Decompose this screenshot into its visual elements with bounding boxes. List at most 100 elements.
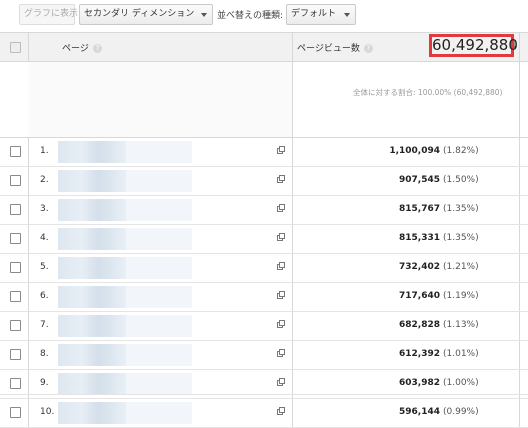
redacted-page-path bbox=[58, 344, 126, 366]
table-row[interactable]: 8. 612,392 (1.01%) bbox=[0, 341, 528, 370]
row-checkbox[interactable] bbox=[10, 291, 21, 302]
external-link-icon[interactable] bbox=[277, 146, 285, 154]
row-checkbox[interactable] bbox=[10, 233, 21, 244]
external-link-icon[interactable] bbox=[277, 204, 285, 212]
row-index: 5. bbox=[40, 262, 49, 272]
row-checkbox[interactable] bbox=[10, 320, 21, 331]
external-link-icon[interactable] bbox=[277, 320, 285, 328]
sort-type-value: デフォルト bbox=[291, 9, 337, 19]
external-link-icon[interactable] bbox=[277, 378, 285, 386]
select-all-checkbox[interactable] bbox=[10, 42, 21, 53]
column-divider bbox=[519, 283, 520, 311]
table-row[interactable]: 5. 732,402 (1.21%) bbox=[0, 254, 528, 283]
column-divider bbox=[292, 196, 293, 224]
table-row[interactable]: 4. 815,331 (1.35%) bbox=[0, 225, 528, 254]
external-link-icon[interactable] bbox=[277, 262, 285, 270]
redacted-page-path bbox=[126, 286, 192, 308]
chevron-down-icon bbox=[344, 13, 350, 17]
column-divider bbox=[292, 167, 293, 195]
redacted-page-path bbox=[58, 141, 126, 163]
column-header-page[interactable]: ページ? bbox=[62, 41, 102, 54]
row-checkbox[interactable] bbox=[10, 204, 21, 215]
row-index: 2. bbox=[40, 175, 49, 185]
external-link-icon[interactable] bbox=[277, 291, 285, 299]
redacted-page-path bbox=[126, 344, 192, 366]
redacted-page-path bbox=[58, 257, 126, 279]
column-divider bbox=[28, 254, 29, 282]
column-divider bbox=[28, 196, 29, 224]
pageviews-value: 603,982 bbox=[399, 378, 440, 388]
pageviews-value: 732,402 bbox=[399, 262, 440, 272]
row-index: 8. bbox=[40, 349, 49, 359]
redacted-page-path bbox=[58, 170, 126, 192]
column-header-pageviews-label: ページビュー数 bbox=[297, 44, 360, 54]
pageviews-percent: (1.35%) bbox=[443, 204, 479, 214]
pageviews-value: 1,100,094 bbox=[389, 146, 440, 156]
table-row[interactable]: 3. 815,767 (1.35%) bbox=[0, 196, 528, 225]
redacted-page-path bbox=[58, 228, 126, 250]
sort-type-label: 並べ替えの種類: bbox=[217, 11, 284, 21]
external-link-icon[interactable] bbox=[277, 233, 285, 241]
column-divider bbox=[292, 225, 293, 253]
column-divider bbox=[519, 62, 520, 137]
external-link-icon[interactable] bbox=[277, 407, 285, 415]
row-checkbox[interactable] bbox=[10, 407, 21, 418]
row-checkbox[interactable] bbox=[10, 262, 21, 273]
pageviews-percent: (0.99%) bbox=[443, 407, 479, 417]
table-row[interactable]: 1. 1,100,094 (1.82%) bbox=[0, 138, 528, 167]
redacted-page-path bbox=[126, 141, 192, 163]
pageviews-percent: (1.21%) bbox=[443, 262, 479, 272]
totals-label-cell bbox=[29, 62, 292, 137]
column-divider bbox=[292, 62, 293, 137]
column-divider bbox=[519, 312, 520, 340]
redacted-page-path bbox=[126, 315, 192, 337]
column-divider bbox=[292, 33, 293, 62]
redacted-page-path bbox=[58, 373, 126, 395]
help-icon[interactable]: ? bbox=[92, 44, 102, 53]
show-in-graph-button[interactable]: グラフに表示 bbox=[19, 4, 79, 25]
table-row[interactable]: 6. 717,640 (1.19%) bbox=[0, 283, 528, 312]
pageviews-value: 717,640 bbox=[399, 291, 440, 301]
row-checkbox[interactable] bbox=[10, 175, 21, 186]
external-link-icon[interactable] bbox=[277, 349, 285, 357]
table-row[interactable]: 7. 682,828 (1.13%) bbox=[0, 312, 528, 341]
column-divider bbox=[519, 167, 520, 195]
table-row[interactable]: 10. 596,144 (0.99%) bbox=[0, 399, 528, 428]
pageviews-value: 612,392 bbox=[399, 349, 440, 359]
redacted-page-path bbox=[126, 199, 192, 221]
column-header-pageviews[interactable]: ページビュー数? bbox=[297, 41, 373, 54]
row-index: 4. bbox=[40, 233, 49, 243]
secondary-dimension-label: セカンダリ ディメンション bbox=[84, 9, 195, 19]
secondary-dimension-dropdown[interactable]: セカンダリ ディメンション bbox=[79, 4, 213, 25]
column-divider bbox=[292, 254, 293, 282]
column-divider bbox=[519, 33, 520, 62]
column-divider bbox=[28, 341, 29, 369]
pageviews-percent: (1.82%) bbox=[443, 146, 479, 156]
pageviews-value: 815,767 bbox=[399, 204, 440, 214]
column-divider bbox=[519, 341, 520, 369]
row-checkbox[interactable] bbox=[10, 349, 21, 360]
column-divider bbox=[28, 33, 29, 62]
redacted-page-path bbox=[58, 199, 126, 221]
sort-type-dropdown[interactable]: デフォルト bbox=[286, 4, 356, 25]
help-icon[interactable]: ? bbox=[363, 44, 373, 53]
total-share-value: 100.00% (60,492,880) bbox=[417, 88, 503, 97]
row-index: 6. bbox=[40, 291, 49, 301]
column-divider bbox=[292, 312, 293, 340]
table-row[interactable]: 2. 907,545 (1.50%) bbox=[0, 167, 528, 196]
redacted-page-path bbox=[58, 286, 126, 308]
row-index: 3. bbox=[40, 204, 49, 214]
column-divider bbox=[519, 254, 520, 282]
row-index: 9. bbox=[40, 378, 49, 388]
pageviews-value: 907,545 bbox=[399, 175, 440, 185]
pageviews-value: 815,331 bbox=[399, 233, 440, 243]
row-checkbox[interactable] bbox=[10, 378, 21, 389]
pageviews-percent: (1.00%) bbox=[443, 378, 479, 388]
column-divider bbox=[519, 138, 520, 166]
show-in-graph-label: グラフに表示 bbox=[24, 9, 79, 19]
row-checkbox[interactable] bbox=[10, 146, 21, 157]
external-link-icon[interactable] bbox=[277, 175, 285, 183]
redacted-page-path bbox=[126, 402, 192, 424]
column-divider bbox=[292, 138, 293, 166]
redacted-page-path bbox=[126, 373, 192, 395]
